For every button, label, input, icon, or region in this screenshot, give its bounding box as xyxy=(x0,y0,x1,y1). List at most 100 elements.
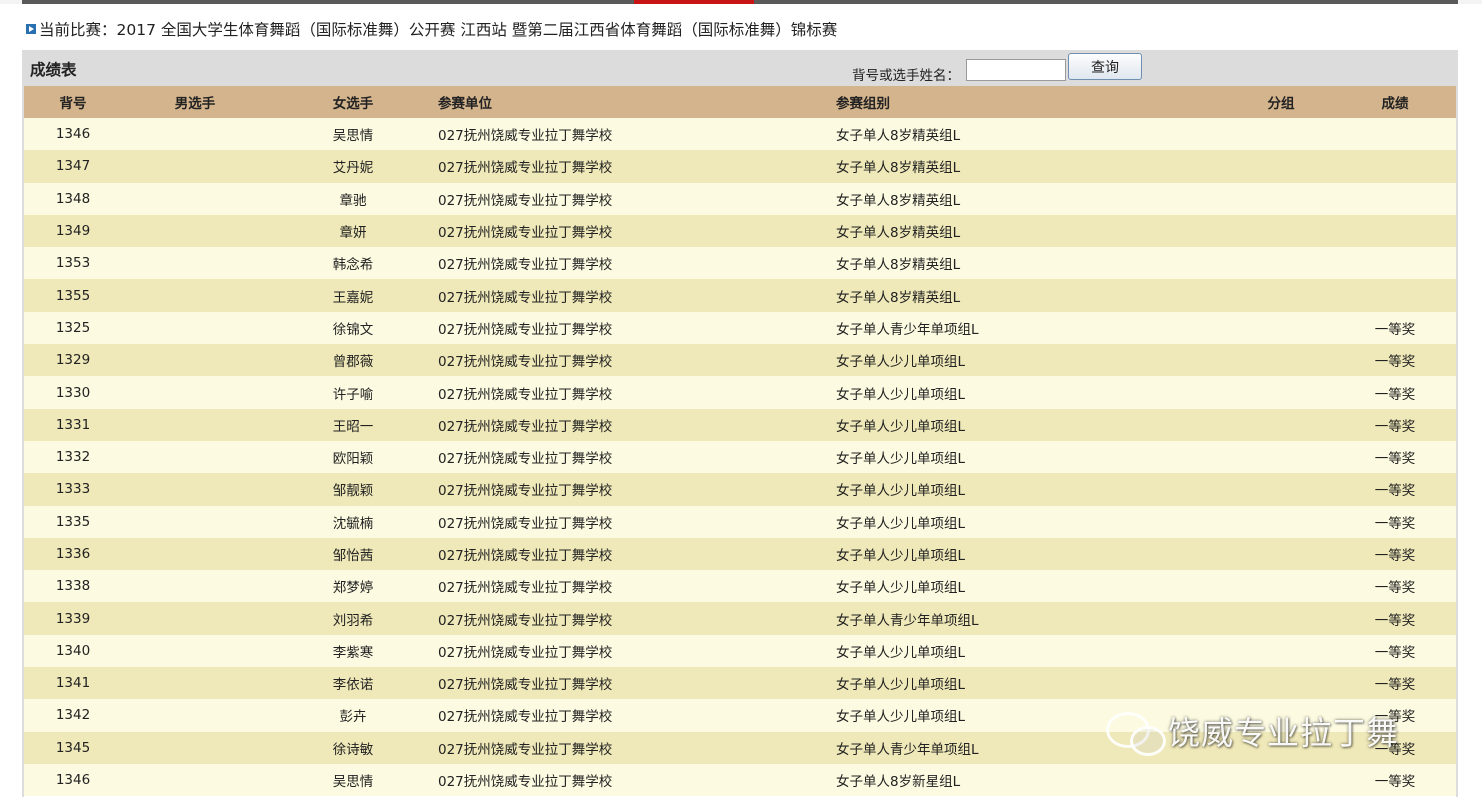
cell-male xyxy=(122,570,268,602)
cell-male xyxy=(122,150,268,182)
results-panel: 成绩表 背号或选手姓名： 查询 背号 男选手 女选手 参赛单位 参赛组别 分组 … xyxy=(22,50,1458,797)
cell-female: 李依诺 xyxy=(332,677,374,694)
cell-subgroup xyxy=(1228,570,1334,602)
cell-number: 1353 xyxy=(55,255,91,272)
cell-female: 曾郡薇 xyxy=(332,354,374,371)
table-row: 1346 吴思情 027抚州饶威专业拉丁舞学校 女子单人8岁精英组L xyxy=(24,118,1456,151)
cell-unit: 027抚州饶威专业拉丁舞学校 xyxy=(438,289,613,306)
cell-male xyxy=(122,215,268,247)
cell-male xyxy=(122,247,268,279)
table-header-row: 背号 男选手 女选手 参赛单位 参赛组别 分组 成绩 xyxy=(24,86,1456,118)
cell-unit: 027抚州饶威专业拉丁舞学校 xyxy=(438,741,613,758)
results-table-container[interactable]: 背号 男选手 女选手 参赛单位 参赛组别 分组 成绩 1346 吴思情 027抚州饶… xyxy=(24,86,1456,797)
cell-female: 邹怡茜 xyxy=(332,548,374,564)
cell-male xyxy=(122,764,268,796)
cell-group: 女子单人少儿单项组L xyxy=(836,677,966,694)
cell-female: 彭卉 xyxy=(339,709,367,726)
cell-result xyxy=(1334,183,1456,215)
table-row: 1346 吴思情 027抚州饶威专业拉丁舞学校 女子单人8岁新星组L 一等奖 xyxy=(24,763,1456,797)
cell-subgroup xyxy=(1228,699,1334,731)
cell-female: 王嘉妮 xyxy=(332,289,374,306)
cell-number: 1329 xyxy=(55,352,91,369)
cell-result: 一等奖 xyxy=(1374,386,1416,403)
cell-number: 1349 xyxy=(55,223,91,240)
cell-female: 徐诗敏 xyxy=(332,741,374,758)
cell-result: 一等奖 xyxy=(1374,451,1416,468)
table-row: 1347 艾丹妮 027抚州饶威专业拉丁舞学校 女子单人8岁精英组L xyxy=(24,150,1456,183)
cell-number: 1340 xyxy=(55,642,91,659)
cell-number: 1355 xyxy=(55,287,91,304)
header-result: 成绩 xyxy=(1381,96,1409,112)
cell-number: 1325 xyxy=(55,319,91,336)
cell-subgroup xyxy=(1228,247,1334,279)
table-row: 1339 刘羽希 027抚州饶威专业拉丁舞学校 女子单人青少年单项组L 一等奖 xyxy=(24,602,1456,635)
cell-unit: 027抚州饶威专业拉丁舞学校 xyxy=(438,225,613,242)
cell-result: 一等奖 xyxy=(1374,709,1416,726)
table-row: 1336 邹怡茜 027抚州饶威专业拉丁舞学校 女子单人少儿单项组L 一等奖 xyxy=(24,537,1456,571)
table-row: 1333 邹靓颖 027抚州饶威专业拉丁舞学校 女子单人少儿单项组L 一等奖 xyxy=(24,473,1456,506)
cell-group: 女子单人青少年单项组L xyxy=(836,612,979,629)
cell-result: 一等奖 xyxy=(1374,418,1416,435)
cell-number: 1347 xyxy=(55,158,91,175)
search-input[interactable] xyxy=(966,59,1066,81)
cell-number: 1335 xyxy=(55,513,91,530)
cell-number: 1336 xyxy=(55,546,91,562)
cell-result: 一等奖 xyxy=(1374,548,1416,564)
header-unit: 参赛单位 xyxy=(438,96,492,112)
cell-result xyxy=(1334,247,1456,279)
cell-subgroup xyxy=(1228,376,1334,408)
results-table: 背号 男选手 女选手 参赛单位 参赛组别 分组 成绩 1346 吴思情 027抚州饶… xyxy=(24,86,1456,797)
table-row: 1331 王昭一 027抚州饶威专业拉丁舞学校 女子单人少儿单项组L 一等奖 xyxy=(24,408,1456,441)
cell-unit: 027抚州饶威专业拉丁舞学校 xyxy=(438,386,613,403)
cell-female: 章妍 xyxy=(339,225,367,242)
page: 当前比赛： 2017 全国大学生体育舞蹈（国际标准舞）公开赛 江西站 暨第二届江… xyxy=(0,4,1482,797)
cell-female: 吴思情 xyxy=(332,128,374,145)
cell-male xyxy=(122,409,268,441)
cell-number: 1342 xyxy=(55,707,91,724)
cell-subgroup xyxy=(1228,150,1334,182)
cell-number: 1333 xyxy=(55,481,91,498)
cell-male xyxy=(122,699,268,731)
cell-group: 女子单人少儿单项组L xyxy=(836,580,966,597)
cell-female: 刘羽希 xyxy=(332,612,374,629)
cell-number: 1345 xyxy=(55,739,91,756)
cell-unit: 027抚州饶威专业拉丁舞学校 xyxy=(438,548,613,564)
cell-unit: 027抚州饶威专业拉丁舞学校 xyxy=(438,612,613,629)
cell-result: 一等奖 xyxy=(1374,677,1416,694)
cell-unit: 027抚州饶威专业拉丁舞学校 xyxy=(438,418,613,435)
cell-unit: 027抚州饶威专业拉丁舞学校 xyxy=(438,128,613,145)
cell-result: 一等奖 xyxy=(1374,774,1416,791)
cell-female: 郑梦婷 xyxy=(332,580,374,597)
search-button[interactable]: 查询 xyxy=(1068,53,1142,80)
cell-female: 吴思情 xyxy=(332,774,374,791)
cell-female: 章驰 xyxy=(339,192,367,209)
cell-unit: 027抚州饶威专业拉丁舞学校 xyxy=(438,709,613,726)
cell-unit: 027抚州饶威专业拉丁舞学校 xyxy=(438,257,613,274)
cell-group: 女子单人8岁精英组L xyxy=(836,257,961,274)
cell-subgroup xyxy=(1228,409,1334,441)
cell-male xyxy=(122,279,268,311)
cell-number: 1338 xyxy=(55,578,91,595)
cell-subgroup xyxy=(1228,344,1334,376)
cell-result xyxy=(1334,118,1456,150)
cell-result xyxy=(1334,215,1456,247)
cell-result: 一等奖 xyxy=(1374,612,1416,629)
cell-unit: 027抚州饶威专业拉丁舞学校 xyxy=(438,483,613,500)
cell-group: 女子单人少儿单项组L xyxy=(836,386,966,403)
cell-male xyxy=(122,506,268,538)
cell-subgroup xyxy=(1228,602,1334,634)
cell-unit: 027抚州饶威专业拉丁舞学校 xyxy=(438,774,613,791)
cell-unit: 027抚州饶威专业拉丁舞学校 xyxy=(438,580,613,597)
cell-group: 女子单人少儿单项组L xyxy=(836,354,966,371)
cell-result: 一等奖 xyxy=(1374,515,1416,532)
cell-male xyxy=(122,538,268,570)
cell-female: 艾丹妮 xyxy=(332,160,374,177)
header-subgroup: 分组 xyxy=(1267,96,1295,112)
cell-subgroup xyxy=(1228,667,1334,699)
cell-result: 一等奖 xyxy=(1374,741,1416,758)
cell-group: 女子单人少儿单项组L xyxy=(836,418,966,435)
table-row: 1348 章驰 027抚州饶威专业拉丁舞学校 女子单人8岁精英组L xyxy=(24,182,1456,215)
table-row: 1345 徐诗敏 027抚州饶威专业拉丁舞学校 女子单人青少年单项组L 一等奖 xyxy=(24,731,1456,764)
cell-number: 1330 xyxy=(55,384,91,401)
header-female: 女选手 xyxy=(332,96,374,112)
